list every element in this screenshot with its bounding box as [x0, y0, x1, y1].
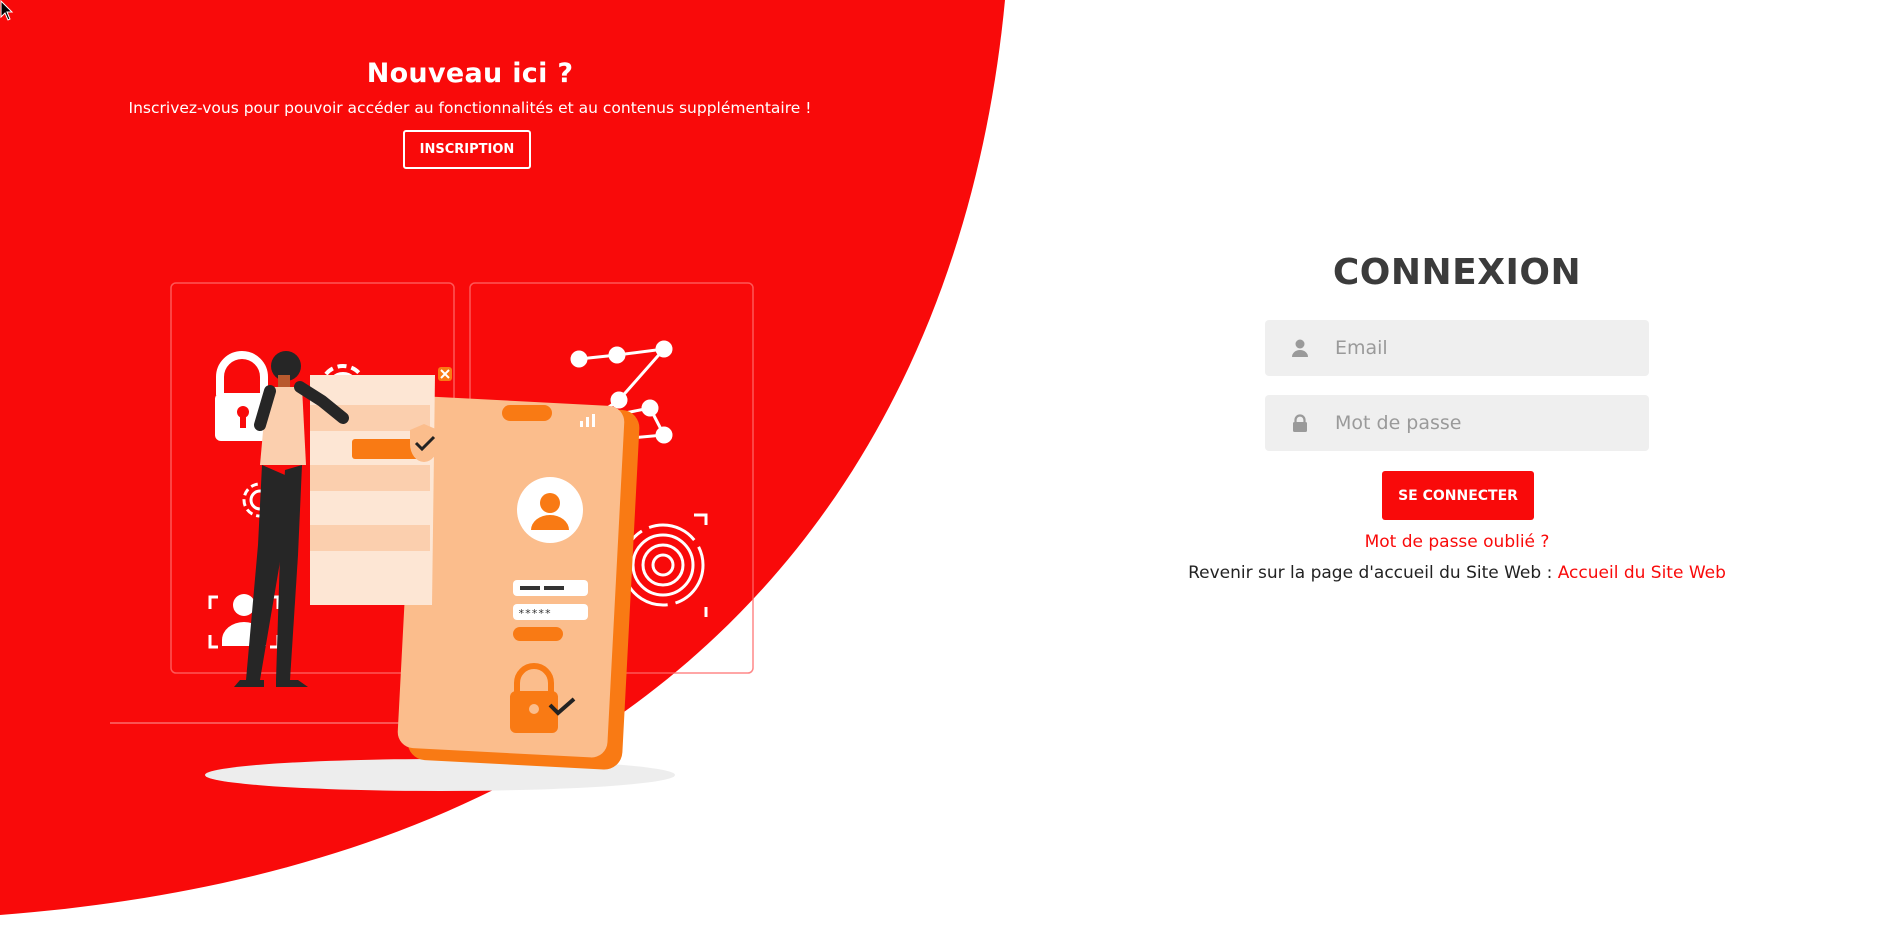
signup-subtitle: Inscrivez-vous pour pouvoir accéder au f…: [128, 99, 812, 117]
password-mask: *****: [518, 607, 551, 620]
back-text: Revenir sur la page d'accueil du Site We…: [1188, 563, 1558, 583]
back-to-home: Revenir sur la page d'accueil du Site We…: [1160, 563, 1754, 583]
user-icon: [1265, 339, 1335, 357]
security-illustration: *****: [110, 282, 810, 791]
password-input[interactable]: [1335, 412, 1649, 434]
login-form: CONNEXION SE CONNECTER Mot de passe oubl…: [1160, 252, 1754, 592]
mouse-cursor-icon: [0, 0, 14, 21]
shield-check-icon: [410, 424, 438, 462]
login-title: CONNEXION: [1332, 252, 1582, 293]
lock-icon: [1265, 414, 1335, 432]
email-field[interactable]: [1265, 320, 1649, 376]
home-link[interactable]: Accueil du Site Web: [1558, 563, 1726, 583]
signup-title: Nouveau ici ?: [366, 58, 574, 89]
password-field[interactable]: [1265, 395, 1649, 451]
login-button[interactable]: SE CONNECTER: [1382, 471, 1534, 520]
email-input[interactable]: [1335, 337, 1649, 359]
signup-button[interactable]: INSCRIPTION: [403, 130, 531, 169]
signup-panel: Nouveau ici ? Inscrivez-vous pour pouvoi…: [0, 0, 940, 931]
forgot-password-link[interactable]: Mot de passe oublié ?: [1160, 532, 1754, 552]
